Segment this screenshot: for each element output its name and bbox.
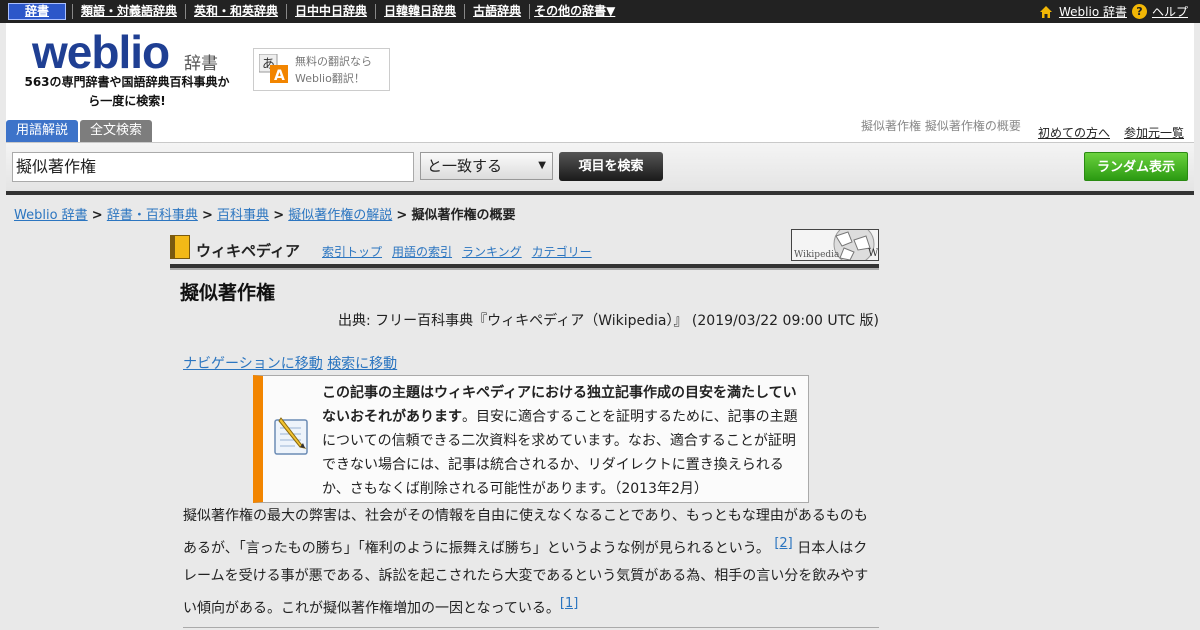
translation-line-2: Weblio翻訳！ [295,72,365,85]
nav-thesaurus[interactable]: 類語・対義語辞典 [72,4,185,19]
nav-english-japanese[interactable]: 英和・和英辞典 [185,4,286,19]
breadcrumb-current: 擬似著作権の概要 [411,208,516,223]
top-right-links: Weblio 辞書 ? ヘルプ [1039,3,1188,20]
breadcrumb-weblio[interactable]: Weblio 辞書 [14,208,88,223]
article-source: 出典: フリー百科事典『ウィキペディア（Wikipedia）』 (2019/03… [338,313,879,329]
breadcrumb: Weblio 辞書 > 辞書・百科事典 > 百科事典 > 擬似著作権の解説 > … [14,204,515,223]
chevron-down-icon: ▼ [538,160,546,171]
notice-text: この記事の主題はウィキペディアにおける独立記事作成の目安を満たしていないおそれが… [322,381,802,501]
book-icon [170,235,190,259]
beginners-link[interactable]: 初めての方へ [1038,124,1110,141]
help-icon[interactable]: ? [1131,4,1147,19]
index-top-link[interactable]: 索引トップ [322,243,382,260]
nav-japanese-chinese[interactable]: 日中中日辞典 [286,4,375,19]
nav-japanese-korean[interactable]: 日韓韓日辞典 [375,4,464,19]
nav-other-dictionaries[interactable]: その他の辞書▼ [529,4,623,19]
skip-links: ナビゲーションに移動 検索に移動 [183,353,397,373]
nav-dictionary[interactable]: 辞書 [8,3,66,20]
match-mode-value: と一致する [427,157,503,175]
header-page-title: 擬似著作権 擬似著作権の概要 [861,119,1021,133]
weblio-home-link[interactable]: Weblio 辞書 [1059,3,1127,20]
breadcrumb-separator: > [273,208,285,223]
term-index-link[interactable]: 用語の索引 [392,243,452,260]
article-body: 擬似著作権の最大の弊害は、社会がその情報を自由に使えなくなることであり、もっとも… [183,503,873,622]
wikipedia-divider [170,264,879,270]
svg-text:W: W [868,248,879,259]
weblio-logo[interactable]: weblio [32,29,170,75]
help-link[interactable]: ヘルプ [1152,3,1188,20]
breadcrumb-encyclopedia[interactable]: 百科事典 [217,208,269,223]
category-link[interactable]: カテゴリー [532,243,592,260]
svg-text:A: A [274,68,285,84]
header-links: 初めての方へ 参加元一覧 [1038,124,1184,141]
reference-1-link[interactable]: [1] [560,596,578,611]
search-input[interactable]: 擬似著作権 [12,152,414,182]
sources-list-link[interactable]: 参加元一覧 [1124,124,1184,141]
logo-subtitle: 辞書 [184,54,218,74]
site-header: weblio 辞書 563の専門辞書や国語辞典百科事典から一度に検索! あ A … [6,23,1194,191]
top-nav-bar: 辞書 類語・対義語辞典 英和・和英辞典 日中中日辞典 日韓韓日辞典 古語辞典 そ… [0,0,1200,23]
translation-banner[interactable]: あ A 無料の翻訳なら Weblio翻訳！ [253,48,390,91]
search-button[interactable]: 項目を検索 [559,152,663,181]
tab-term-explanation[interactable]: 用語解説 [6,120,79,142]
notepad-pencil-icon [274,417,308,455]
dictionary-nav: 辞書 類語・対義語辞典 英和・和英辞典 日中中日辞典 日韓韓日辞典 古語辞典 そ… [8,2,623,21]
breadcrumb-term[interactable]: 擬似著作権の解説 [288,208,392,223]
translation-banner-text: 無料の翻訳なら Weblio翻訳！ [295,53,372,87]
wikipedia-logo-text: Wikipedia [794,250,840,260]
reference-2-link[interactable]: [2] [774,536,792,551]
wikipedia-links: 索引トップ 用語の索引 ランキング カテゴリー [322,243,592,260]
jump-to-navigation-link[interactable]: ナビゲーションに移動 [183,356,323,372]
jump-to-search-link[interactable]: 検索に移動 [327,356,397,372]
article-title: 擬似著作権 [180,282,276,304]
breadcrumb-separator: > [91,208,103,223]
ranking-link[interactable]: ランキング [462,243,522,260]
breadcrumb-separator: > [202,208,213,223]
nav-classical-japanese[interactable]: 古語辞典 [464,4,529,19]
notability-notice: この記事の主題はウィキペディアにおける独立記事作成の目安を満たしていないおそれが… [253,375,809,503]
translation-line-1: 無料の翻訳なら [295,55,372,68]
home-icon [1039,5,1052,18]
search-tabs: 用語解説 全文検索 [6,120,154,142]
breadcrumb-separator: > [396,208,408,223]
body-paragraph-part-1: 擬似著作権の最大の弊害は、社会がその情報を自由に使えなくなることであり、もっとも… [183,508,868,557]
translate-icon: あ A [259,54,288,84]
wikipedia-section-header: ウィキペディア 索引トップ 用語の索引 ランキング カテゴリー W Wikipe… [170,229,879,264]
breadcrumb-encyclopedia-dictionary[interactable]: 辞書・百科事典 [107,208,198,223]
header-divider [6,191,1194,195]
random-button[interactable]: ランダム表示 [1084,152,1188,181]
tab-fulltext-search[interactable]: 全文検索 [80,120,153,142]
search-bar: 擬似著作権 と一致する ▼ 項目を検索 ランダム表示 [6,142,1194,191]
wikipedia-logo[interactable]: W Wikipedia [791,229,879,261]
match-mode-select[interactable]: と一致する ▼ [420,152,553,180]
wikipedia-title: ウィキペディア [196,242,300,260]
site-tagline: 563の専門辞書や国語辞典百科事典から一度に検索! [24,75,230,108]
